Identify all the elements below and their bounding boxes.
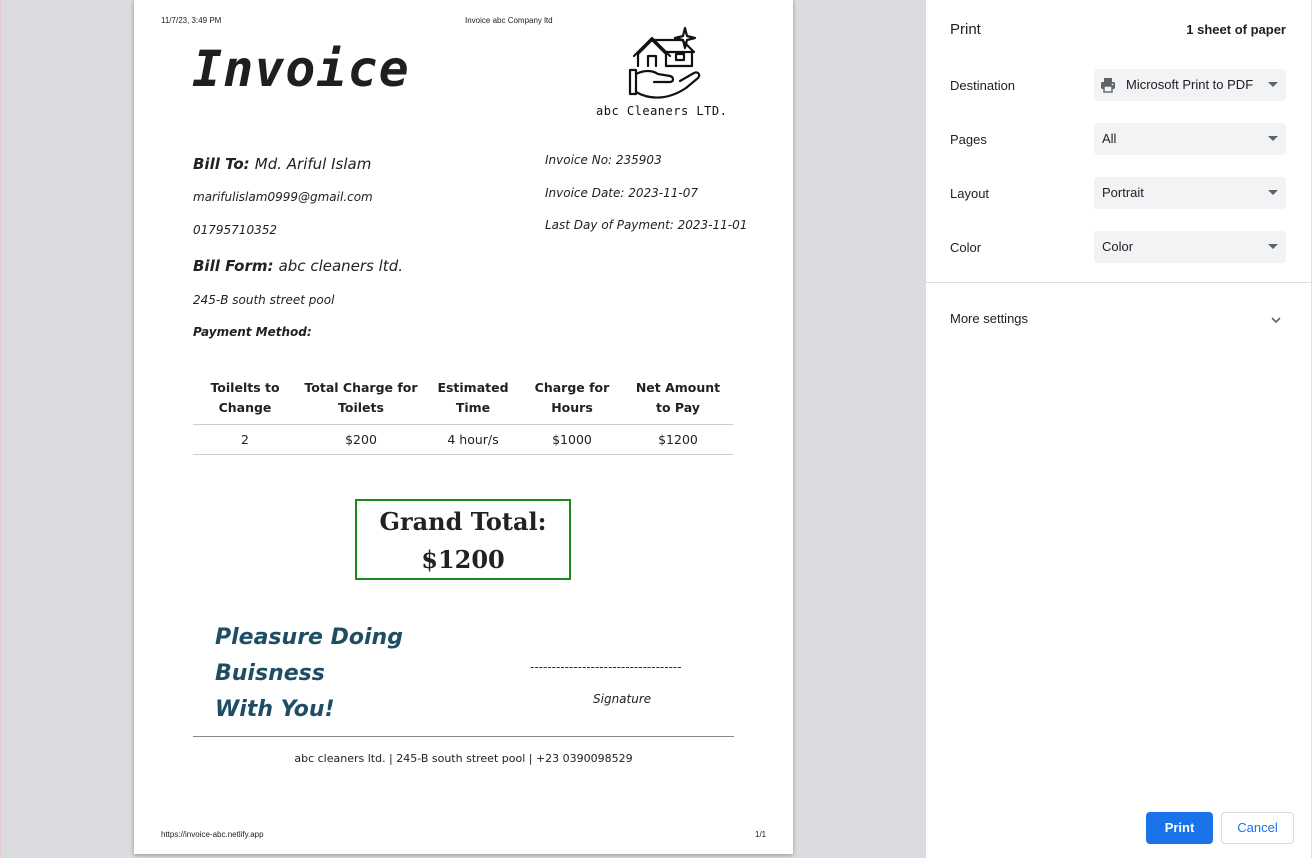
pages-select[interactable]: All — [1094, 123, 1286, 155]
dropdown-arrow-icon — [1268, 82, 1278, 87]
cancel-button[interactable]: Cancel — [1221, 812, 1294, 844]
chevron-down-icon[interactable] — [1270, 314, 1282, 326]
table-header-row: Toilelts to Change Total Charge for Toil… — [193, 372, 733, 425]
grand-total-box: Grand Total: $1200 — [355, 499, 571, 580]
color-value: Color — [1102, 239, 1134, 254]
footer-divider — [193, 736, 734, 737]
print-header-datetime: 11/7/23, 3:49 PM — [161, 16, 222, 25]
print-settings-panel: Print 1 sheet of paper Destination Micro… — [926, 0, 1312, 858]
dropdown-arrow-icon — [1268, 190, 1278, 195]
table-cell: 4 hour/s — [425, 424, 521, 455]
print-preview-area: 11/7/23, 3:49 PM Invoice abc Company ltd… — [0, 0, 926, 858]
color-select[interactable]: Color — [1094, 231, 1286, 263]
bill-from: Bill Form: abc cleaners ltd. — [193, 256, 403, 275]
column-header: Net Amount to Pay — [623, 372, 733, 425]
thank-you-message: Pleasure Doing Buisness With You! — [215, 620, 515, 728]
invoice-date: Invoice Date: 2023-11-07 — [545, 186, 698, 200]
payment-method-label: Payment Method: — [193, 325, 312, 339]
footer-info: abc cleaners ltd. | 245-B south street p… — [294, 752, 633, 765]
table-row: 2 $200 4 hour/s $1000 $1200 — [193, 424, 733, 455]
layout-select[interactable]: Portrait — [1094, 177, 1286, 209]
company-address: 245-B south street pool — [193, 293, 335, 307]
signature-label: Signature — [593, 692, 652, 706]
destination-value: Microsoft Print to PDF — [1126, 77, 1254, 92]
pages-value: All — [1102, 131, 1117, 146]
bill-from-name: abc cleaners ltd. — [278, 257, 403, 275]
column-header: Toilelts to Change — [193, 372, 297, 425]
house-in-hand-sparkle-icon — [628, 26, 701, 99]
dropdown-arrow-icon — [1268, 136, 1278, 141]
printer-icon — [1101, 78, 1115, 93]
invoice-page: 11/7/23, 3:49 PM Invoice abc Company ltd… — [134, 0, 793, 854]
print-footer-page: 1/1 — [755, 830, 767, 839]
signature-line: ----------------------------------- — [530, 660, 682, 674]
bill-from-label: Bill Form: — [193, 257, 274, 275]
destination-select[interactable]: Microsoft Print to PDF — [1094, 69, 1286, 101]
print-footer-url: https://invoice-abc.netlify.app — [161, 830, 264, 839]
grand-total-value: $1200 — [421, 545, 505, 574]
table-cell: $1000 — [521, 424, 623, 455]
print-header-title: Invoice abc Company ltd — [465, 16, 553, 25]
thank-you-line-1: Pleasure Doing Buisness — [215, 625, 403, 686]
sheet-count: 1 sheet of paper — [1186, 22, 1286, 37]
charges-table: Toilelts to Change Total Charge for Toil… — [193, 372, 733, 455]
print-button[interactable]: Print — [1146, 812, 1213, 844]
layout-value: Portrait — [1102, 185, 1144, 200]
layout-label: Layout — [950, 186, 990, 201]
column-header: Estimated Time — [425, 372, 521, 425]
panel-divider — [926, 282, 1312, 283]
last-payment-day: Last Day of Payment: 2023-11-01 — [545, 218, 748, 232]
table-cell: $200 — [297, 424, 425, 455]
destination-label: Destination — [950, 78, 1016, 93]
grand-total-label: Grand Total: — [379, 507, 547, 536]
panel-title: Print — [950, 21, 981, 38]
customer-email: marifulislam0999@gmail.com — [193, 190, 373, 204]
column-header: Charge for Hours — [521, 372, 623, 425]
thank-you-line-2: With You! — [215, 697, 335, 722]
company-name: abc Cleaners LTD. — [596, 104, 728, 118]
color-label: Color — [950, 240, 982, 255]
pages-label: Pages — [950, 132, 987, 147]
table-cell: $1200 — [623, 424, 733, 455]
invoice-title: Invoice — [192, 40, 410, 98]
column-header: Total Charge for Toilets — [297, 372, 425, 425]
dropdown-arrow-icon — [1268, 244, 1278, 249]
bill-to-label: Bill To: — [193, 155, 250, 173]
bill-to: Bill To: Md. Ariful Islam — [193, 154, 371, 173]
more-settings-toggle[interactable]: More settings — [950, 311, 1028, 326]
table-cell: 2 — [193, 424, 297, 455]
customer-phone: 01795710352 — [193, 223, 277, 237]
invoice-number: Invoice No: 235903 — [545, 153, 662, 167]
bill-to-name: Md. Ariful Islam — [254, 155, 372, 173]
